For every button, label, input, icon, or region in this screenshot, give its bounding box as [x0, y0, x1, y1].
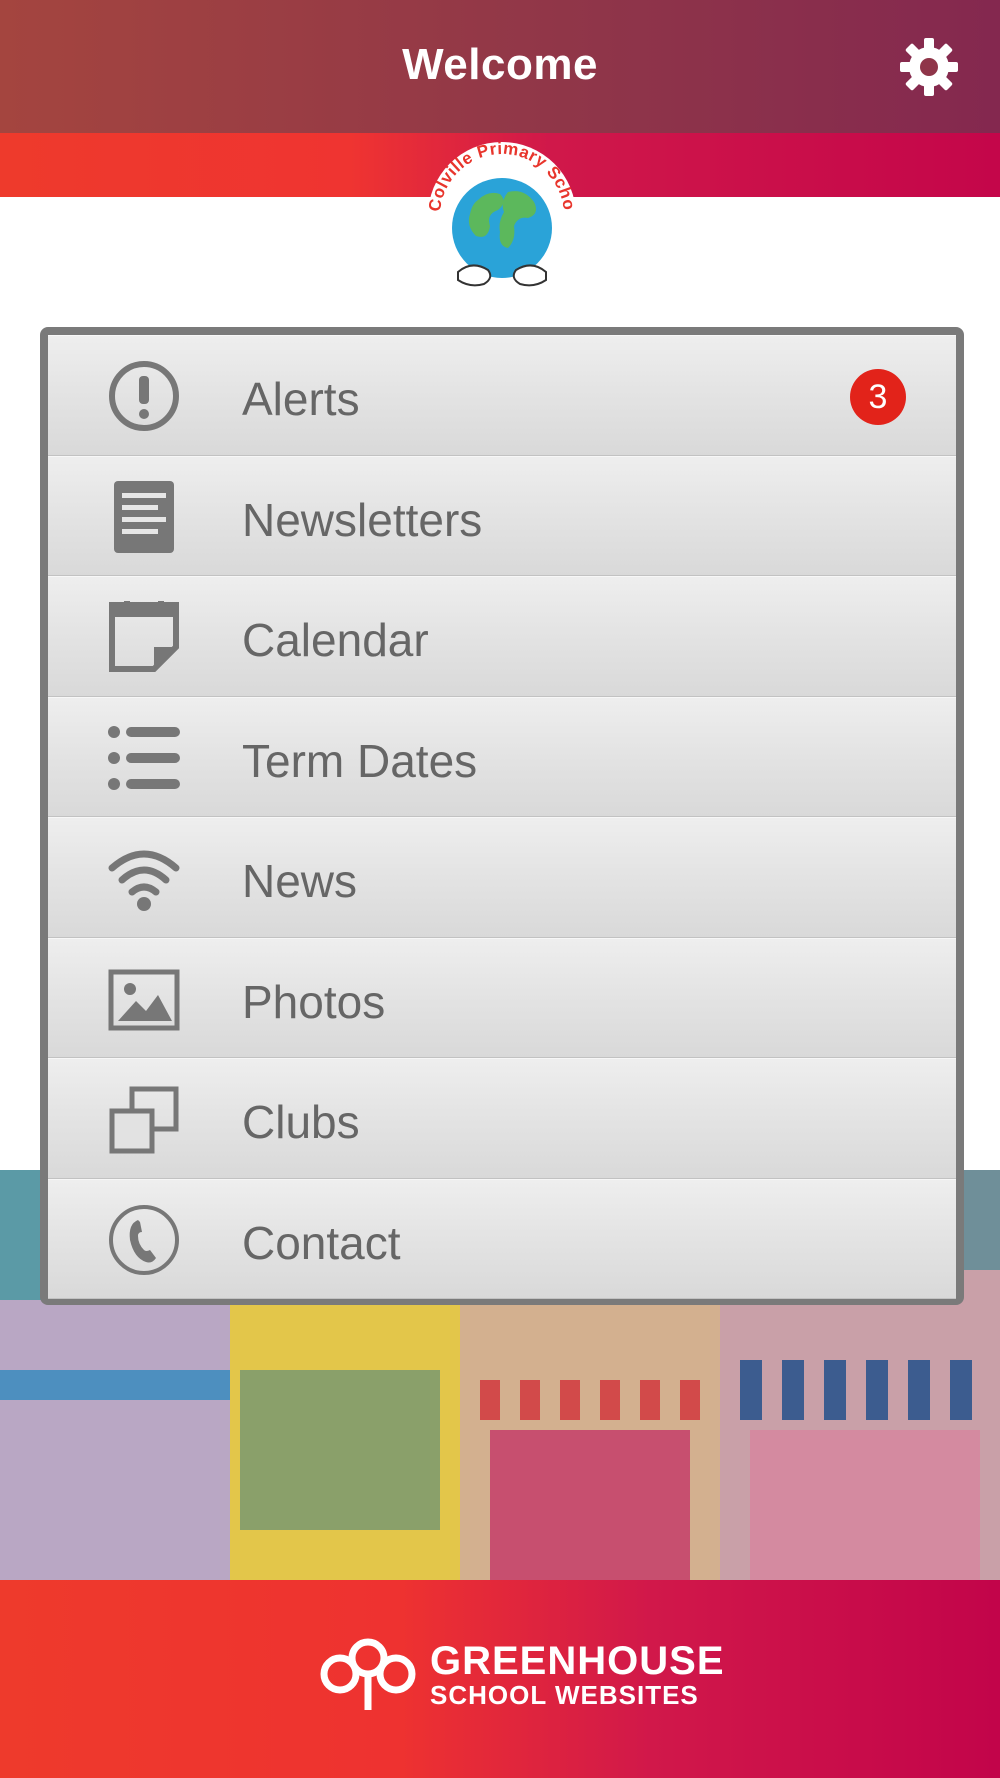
- menu-item-label: Newsletters: [242, 493, 483, 546]
- settings-button[interactable]: [898, 36, 960, 98]
- phone-icon: [109, 1204, 179, 1275]
- menu-item-term-dates[interactable]: Term Dates: [48, 696, 956, 817]
- menu-item-newsletters[interactable]: Newsletters: [48, 455, 956, 576]
- list-icon: [108, 725, 180, 790]
- wifi-icon: [108, 850, 180, 911]
- app-header: Welcome: [0, 0, 1000, 133]
- menu-item-label: Clubs: [242, 1096, 360, 1148]
- footer: GREENHOUSE SCHOOL WEBSITES: [0, 1580, 1000, 1778]
- menu-item-clubs[interactable]: Clubs: [48, 1058, 956, 1179]
- image-icon: [108, 969, 180, 1030]
- menu-item-calendar[interactable]: Calendar: [48, 576, 956, 697]
- menu-item-label: Contact: [242, 1216, 401, 1269]
- alert-icon: [109, 361, 179, 431]
- gear-icon: [900, 38, 958, 96]
- menu-item-label: News: [242, 855, 358, 907]
- school-logo: Colville Primary School: [413, 125, 586, 300]
- document-icon: [114, 480, 174, 553]
- menu-item-alerts[interactable]: Alerts 3: [48, 335, 956, 456]
- greenhouse-logo-icon: [320, 1638, 416, 1710]
- menu-item-label: Alerts: [242, 373, 360, 425]
- menu-item-label: Calendar: [242, 614, 429, 666]
- calendar-icon: [109, 601, 179, 672]
- menu-item-label: Photos: [242, 975, 386, 1028]
- main-menu: Alerts 3 Newsletters Calendar Term Dates…: [40, 327, 964, 1305]
- page-title: Welcome: [402, 40, 598, 89]
- menu-item-contact[interactable]: Contact: [48, 1178, 956, 1299]
- menu-item-photos[interactable]: Photos: [48, 937, 956, 1058]
- menu-item-news[interactable]: News: [48, 817, 956, 938]
- alerts-count-badge: 3: [850, 369, 906, 425]
- footer-brand-line2: SCHOOL WEBSITES: [430, 1680, 699, 1710]
- menu-item-label: Term Dates: [242, 734, 478, 787]
- clubs-icon: [109, 1086, 179, 1154]
- footer-brand: GREENHOUSE SCHOOL WEBSITES: [430, 1639, 725, 1710]
- footer-brand-line1: GREENHOUSE: [430, 1639, 725, 1683]
